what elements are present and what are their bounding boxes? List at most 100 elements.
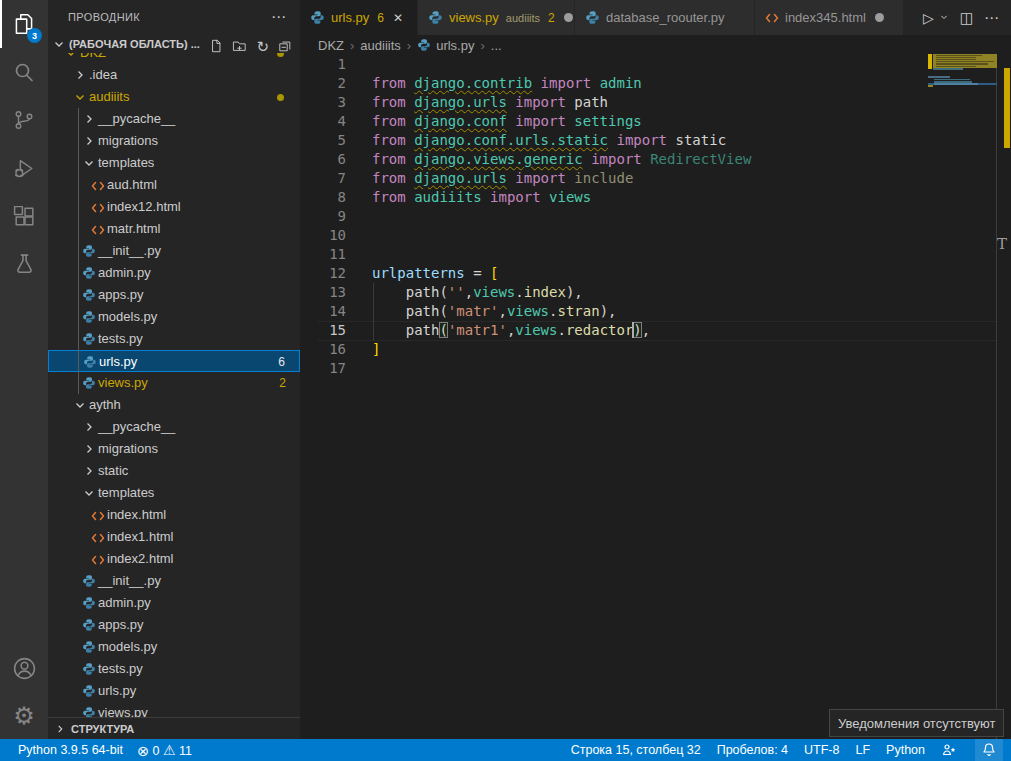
text-cursor bbox=[632, 322, 634, 338]
tab-index345-html[interactable]: index345.html bbox=[755, 0, 904, 35]
minimap-block bbox=[933, 68, 963, 70]
settings-icon[interactable]: ⚙︎ bbox=[0, 692, 48, 740]
minimap-block bbox=[936, 66, 976, 67]
minimap-divider bbox=[996, 55, 997, 739]
tree-item-tests-py[interactable]: tests.py bbox=[48, 328, 300, 350]
run-dropdown-icon[interactable] bbox=[938, 9, 950, 27]
run-button[interactable]: ▷ bbox=[923, 10, 934, 26]
new-file-icon[interactable] bbox=[209, 39, 223, 53]
tab-database-roouter-py[interactable]: database_roouter.py bbox=[575, 0, 755, 35]
sidebar-more-icon[interactable]: ⋯ bbox=[271, 0, 286, 35]
line-col-status[interactable]: Строка 15, столбец 32 bbox=[571, 743, 701, 757]
minimap-block bbox=[1004, 68, 1010, 148]
code-line-15: path('matr1',views.redactor), bbox=[372, 321, 650, 340]
tree-item-static[interactable]: static bbox=[48, 460, 300, 482]
line-number: 4 bbox=[300, 112, 346, 131]
tree-item-models-py[interactable]: models.py bbox=[48, 306, 300, 328]
explorer-icon[interactable]: 3 bbox=[0, 0, 48, 48]
tree-item--pycache-[interactable]: __pycache__ bbox=[48, 108, 300, 130]
tree-item-admin-py[interactable]: admin.py bbox=[48, 592, 300, 614]
python-file-icon bbox=[82, 618, 96, 636]
python-version-status[interactable]: Python 3.9.5 64-bit bbox=[18, 743, 123, 757]
breadcrumb[interactable]: DKZ›audiiits›urls.py›... bbox=[300, 35, 1011, 55]
eol-status[interactable]: LF bbox=[855, 743, 870, 757]
breadcrumb-item[interactable]: ... bbox=[491, 38, 502, 53]
tree-item--init-py[interactable]: __init__.py bbox=[48, 240, 300, 262]
tree-item--pycache-[interactable]: __pycache__ bbox=[48, 416, 300, 438]
tree-item-aythh[interactable]: aythh bbox=[48, 394, 300, 416]
problems-count-badge: 6 bbox=[278, 351, 285, 373]
minimap-block bbox=[936, 63, 988, 64]
python-file-icon bbox=[82, 332, 96, 350]
collapse-all-icon[interactable] bbox=[278, 39, 292, 53]
line-number: 3 bbox=[300, 93, 346, 112]
tree-item--idea[interactable]: .idea bbox=[48, 64, 300, 86]
structure-section-label: СТРУКТУРА bbox=[71, 723, 134, 735]
breadcrumb-item[interactable]: audiiits bbox=[360, 38, 400, 53]
language-status[interactable]: Python bbox=[886, 743, 925, 757]
modified-dot-icon[interactable] bbox=[875, 13, 884, 22]
tab-label: views.py bbox=[449, 10, 499, 25]
html-file-icon bbox=[91, 200, 105, 218]
tree-item-index1-html[interactable]: index1.html bbox=[48, 526, 300, 548]
tree-item-urls-py[interactable]: urls.py bbox=[48, 680, 300, 702]
source-control-icon[interactable] bbox=[0, 96, 48, 144]
minimap-block bbox=[934, 83, 978, 85]
problems-status[interactable]: ⊗ 0 ⚠︎ 11 bbox=[137, 742, 192, 759]
sidebar-title: ПРОВОДНИК bbox=[68, 0, 140, 35]
tree-item--init-py[interactable]: __init__.py bbox=[48, 570, 300, 592]
tab-views-py[interactable]: views.pyaudiiits2 bbox=[418, 0, 575, 35]
extensions-icon[interactable] bbox=[0, 192, 48, 240]
tab-label: urls.py bbox=[331, 10, 369, 25]
tree-item-index12-html[interactable]: index12.html bbox=[48, 196, 300, 218]
refresh-icon[interactable]: ↻ bbox=[256, 39, 269, 54]
problems-count-badge: 2 bbox=[279, 372, 286, 394]
run-debug-icon[interactable] bbox=[0, 144, 48, 192]
workspace-section-header[interactable]: (РАБОЧАЯ ОБЛАСТЬ) ... ↻ bbox=[48, 35, 300, 53]
line-number: 15 bbox=[300, 321, 346, 340]
tree-item-label: audiiits bbox=[89, 86, 129, 108]
split-editor-icon[interactable]: ◫ bbox=[960, 9, 974, 27]
tree-item-urls-py[interactable]: urls.py 6 bbox=[48, 350, 300, 372]
tree-item-index2-html[interactable]: index2.html bbox=[48, 548, 300, 570]
notifications-bell[interactable] bbox=[975, 739, 1003, 761]
chevron-right-icon bbox=[81, 133, 97, 149]
editor-more-icon[interactable]: ⋯ bbox=[984, 9, 999, 27]
encoding-status[interactable]: UTF-8 bbox=[804, 743, 839, 757]
tree-item-label: urls.py bbox=[99, 351, 137, 373]
testing-icon[interactable] bbox=[0, 240, 48, 288]
modified-dot-icon[interactable] bbox=[564, 13, 573, 22]
tree-item-matr-html[interactable]: matr.html bbox=[48, 218, 300, 240]
breadcrumb-item[interactable]: DKZ bbox=[318, 38, 344, 53]
search-icon[interactable] bbox=[0, 48, 48, 96]
tree-item-label: apps.py bbox=[98, 284, 144, 306]
tree-item-tests-py[interactable]: tests.py bbox=[48, 658, 300, 680]
tree-item-audiiits[interactable]: audiiits bbox=[48, 86, 300, 108]
tree-item-templates[interactable]: templates bbox=[48, 152, 300, 174]
tree-item-admin-py[interactable]: admin.py bbox=[48, 262, 300, 284]
new-folder-icon[interactable] bbox=[232, 39, 247, 53]
indent-status[interactable]: Пробелов: 4 bbox=[717, 743, 788, 757]
close-icon[interactable]: ✕ bbox=[393, 11, 403, 25]
tree-item-index-html[interactable]: index.html bbox=[48, 504, 300, 526]
tree-item-migrations[interactable]: migrations bbox=[48, 438, 300, 460]
feedback-icon[interactable] bbox=[941, 742, 957, 758]
tree-item-views-py[interactable]: views.py2 bbox=[48, 372, 300, 394]
tree-item-label: static bbox=[98, 460, 128, 482]
account-icon[interactable] bbox=[0, 644, 48, 692]
tree-item-migrations[interactable]: migrations bbox=[48, 130, 300, 152]
chevron-down-icon bbox=[81, 485, 97, 501]
tree-item-apps-py[interactable]: apps.py bbox=[48, 284, 300, 306]
tree-item-aud-html[interactable]: aud.html bbox=[48, 174, 300, 196]
tree-item-models-py[interactable]: models.py bbox=[48, 636, 300, 658]
breadcrumb-item[interactable]: urls.py bbox=[436, 38, 474, 53]
tree-item-apps-py[interactable]: apps.py bbox=[48, 614, 300, 636]
tab-urls-py[interactable]: urls.py6✕ bbox=[300, 0, 418, 35]
breadcrumb-separator: › bbox=[406, 38, 412, 53]
tree-item-label: tests.py bbox=[98, 658, 143, 680]
structure-section-header[interactable]: СТРУКТУРА bbox=[48, 717, 300, 739]
html-file-icon bbox=[91, 222, 105, 240]
python-file-icon bbox=[82, 596, 96, 614]
line-number: 8 bbox=[300, 188, 346, 207]
tree-item-templates[interactable]: templates bbox=[48, 482, 300, 504]
